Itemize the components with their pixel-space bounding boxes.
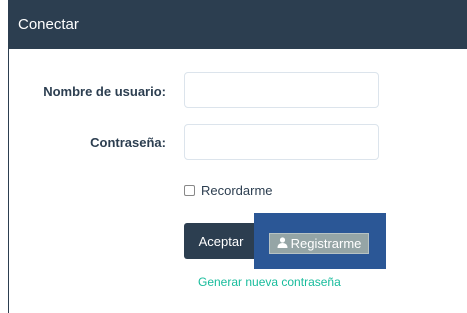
password-label: Contraseña:: [90, 135, 166, 150]
register-button[interactable]: Registrarme: [269, 233, 369, 254]
remember-me[interactable]: Recordarme: [184, 183, 273, 198]
remember-label: Recordarme: [201, 183, 273, 198]
login-panel: Conectar Nombre de usuario: Contraseña: …: [8, 0, 467, 313]
register-button-label: Registrarme: [290, 236, 362, 251]
generate-password-link[interactable]: Generar nueva contraseña: [198, 275, 341, 289]
username-label: Nombre de usuario:: [43, 84, 166, 99]
panel-title: Conectar: [9, 1, 467, 49]
accept-button[interactable]: Aceptar: [184, 223, 258, 259]
password-input[interactable]: [184, 124, 379, 160]
username-input[interactable]: [184, 72, 379, 108]
accept-button-label: Aceptar: [198, 233, 244, 249]
user-icon: [277, 236, 288, 251]
remember-checkbox[interactable]: [184, 185, 195, 196]
